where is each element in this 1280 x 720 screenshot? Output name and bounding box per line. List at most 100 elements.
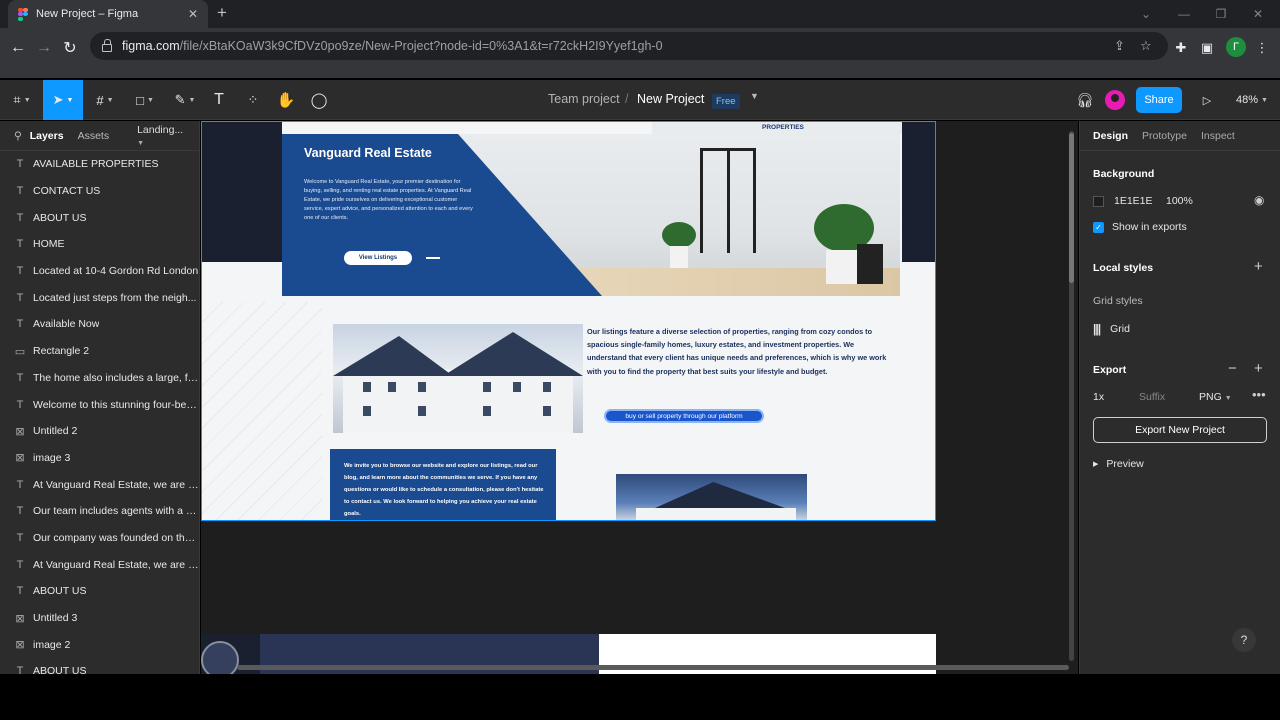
export-options-more-icon[interactable]: ••• <box>1252 387 1266 402</box>
reload-icon[interactable]: ↻ <box>58 36 82 60</box>
layer-item[interactable]: T Available Now <box>0 311 199 338</box>
tab-title: New Project – Figma <box>36 8 139 20</box>
add-export-plus-icon[interactable]: + <box>1254 360 1263 377</box>
layer-item[interactable]: T ABOUT US <box>0 658 199 674</box>
layer-item[interactable]: T AVAILABLE PROPERTIES <box>0 151 199 178</box>
rectangle-tool-icon[interactable]: □ ▼ <box>128 80 162 120</box>
audio-headphones-icon[interactable]: 🎧︎ <box>1074 80 1096 120</box>
layer-item[interactable]: T Located at 10-4 Gordon Rd London <box>0 258 199 285</box>
present-play-icon[interactable]: ▷ <box>1198 80 1216 120</box>
layer-item[interactable]: T CONTACT US <box>0 178 199 205</box>
browser-menu-icon[interactable]: ⋮ <box>1252 38 1272 58</box>
house-facade <box>343 369 573 433</box>
background-color-swatch[interactable] <box>1093 195 1104 207</box>
text-icon: T <box>16 211 24 224</box>
export-scale[interactable]: 1x <box>1093 391 1139 403</box>
address-bar[interactable]: figma.com/file/xBtaKOaW3k9CfDVz0po9ze/Ne… <box>90 32 1168 60</box>
new-tab-icon[interactable]: + <box>217 3 227 23</box>
landing-page-frame[interactable]: PROPERTIES Vanguard Real Estate Welcome … <box>201 121 936 521</box>
layer-item[interactable]: T ABOUT US <box>0 204 199 231</box>
eye-visibility-icon[interactable]: ◉ <box>1254 193 1264 207</box>
pen-tool-icon[interactable]: ✎ ▼ <box>168 80 202 120</box>
tab-layers[interactable]: Layers <box>30 130 64 142</box>
zoom-dropdown[interactable]: 48% ▼ <box>1232 80 1272 120</box>
local-styles-title: Local styles <box>1093 262 1154 274</box>
breadcrumb-project[interactable]: New Project <box>637 92 704 106</box>
page-selector[interactable]: Landing... ▼ <box>137 124 197 148</box>
export-suffix-input[interactable]: Suffix <box>1139 391 1199 403</box>
canvas[interactable]: PROPERTIES Vanguard Real Estate Welcome … <box>201 121 1078 674</box>
search-layers-icon[interactable]: ⚲ <box>14 130 22 142</box>
layers-panel: ⚲ Layers Assets Landing... ▼ T AVAILABLE … <box>0 121 200 674</box>
close-window-icon[interactable]: ✕ <box>1240 0 1276 28</box>
grid-style-item[interactable]: ||| Grid <box>1093 322 1130 336</box>
layer-item[interactable]: ⊠ image 3 <box>0 445 199 472</box>
background-fill-row[interactable]: 1E1E1E 100% <box>1093 195 1193 207</box>
layer-item[interactable]: T Welcome to this stunning four-bed... <box>0 391 199 418</box>
layer-item[interactable]: T At Vanguard Real Estate, we are c... <box>0 551 199 578</box>
export-format-value: PNG <box>1199 391 1222 403</box>
main-menu-figma-icon[interactable]: ⌗ ▼ <box>4 80 40 120</box>
add-style-plus-icon[interactable]: + <box>1254 258 1263 275</box>
scroll-thumb[interactable] <box>1069 133 1074 283</box>
show-in-exports-checkbox[interactable]: ✓ <box>1093 221 1104 233</box>
layer-item-label: ABOUT US <box>33 585 87 598</box>
side-panel-icon[interactable]: ▣ <box>1197 38 1217 58</box>
bookmark-star-icon[interactable]: ☆ <box>1140 38 1152 54</box>
horizontal-scrollbar[interactable] <box>237 665 1069 670</box>
profile-avatar[interactable]: Г <box>1226 37 1246 57</box>
layer-item[interactable]: ⊠ Untitled 2 <box>0 418 199 445</box>
help-button[interactable]: ? <box>1232 628 1256 652</box>
tab-design[interactable]: Design <box>1093 130 1128 142</box>
user-avatar[interactable] <box>1105 90 1125 110</box>
forward-arrow-icon[interactable]: → <box>32 36 56 60</box>
hand-tool-icon[interactable]: ✋ <box>275 80 297 120</box>
export-button[interactable]: Export New Project <box>1093 417 1267 443</box>
buy-sell-button[interactable]: buy or sell property through our platfor… <box>604 409 764 423</box>
maximize-icon[interactable]: ❐ <box>1203 0 1239 28</box>
tab-inspect[interactable]: Inspect <box>1201 130 1235 142</box>
layer-item-label: Our team includes agents with a ra... <box>33 505 199 518</box>
preview-toggle[interactable]: ▶ Preview <box>1093 458 1144 470</box>
browser-tab[interactable]: New Project – Figma ✕ <box>8 0 208 28</box>
export-format-select[interactable]: PNG ▼ <box>1199 391 1232 403</box>
layer-item[interactable]: T Our company was founded on the ... <box>0 525 199 552</box>
background-opacity[interactable]: 100% <box>1166 195 1193 207</box>
layer-item-label: Our company was founded on the ... <box>33 531 199 544</box>
layer-item-label: Untitled 2 <box>33 425 78 438</box>
tab-prototype[interactable]: Prototype <box>1142 130 1187 142</box>
show-in-exports-row[interactable]: ✓ Show in exports <box>1093 221 1187 233</box>
share-button[interactable]: Share <box>1136 87 1182 113</box>
extensions-puzzle-icon[interactable]: ✚ <box>1171 38 1191 58</box>
text-tool-icon[interactable]: T <box>208 80 230 120</box>
breadcrumb-team[interactable]: Team project <box>548 92 620 106</box>
layer-item-label: AVAILABLE PROPERTIES <box>33 158 159 171</box>
back-arrow-icon[interactable]: ← <box>6 36 30 60</box>
remove-export-minus-icon[interactable]: − <box>1228 360 1237 377</box>
share-page-icon[interactable]: ⇪ <box>1114 38 1125 54</box>
layer-item[interactable]: T ABOUT US <box>0 578 199 605</box>
layer-item[interactable]: T At Vanguard Real Estate, we are p... <box>0 471 199 498</box>
layer-item[interactable]: ⊠ Untitled 3 <box>0 605 199 632</box>
chevron-down-icon[interactable]: ⌄ <box>1128 0 1164 28</box>
frame-tool-icon[interactable]: # ▼ <box>88 80 122 120</box>
project-menu-chevron-icon[interactable]: ▼ <box>750 91 759 101</box>
layer-item[interactable]: ▭ Rectangle 2 <box>0 338 199 365</box>
view-listings-button[interactable]: View Listings <box>344 251 412 265</box>
layer-item[interactable]: ⊠ image 2 <box>0 631 199 658</box>
layer-item-label: At Vanguard Real Estate, we are p... <box>33 478 199 491</box>
tab-assets[interactable]: Assets <box>78 130 110 142</box>
minimize-icon[interactable]: — <box>1166 0 1202 28</box>
layer-item[interactable]: T Our team includes agents with a ra... <box>0 498 199 525</box>
move-tool-icon[interactable]: ➤ ▼ <box>43 80 83 120</box>
background-hex[interactable]: 1E1E1E <box>1114 195 1166 207</box>
vertical-scrollbar[interactable] <box>1069 131 1074 661</box>
layer-item[interactable]: T The home also includes a large, ful... <box>0 365 199 392</box>
text-icon: T <box>16 185 24 198</box>
tab-close-icon[interactable]: ✕ <box>188 7 198 21</box>
components-icon[interactable]: ⁘ <box>242 80 264 120</box>
layer-item[interactable]: T HOME <box>0 231 199 258</box>
layer-item[interactable]: T Located just steps from the neigh... <box>0 284 199 311</box>
comment-tool-icon[interactable]: ◯ <box>308 80 330 120</box>
decorative-lines <box>202 302 322 520</box>
